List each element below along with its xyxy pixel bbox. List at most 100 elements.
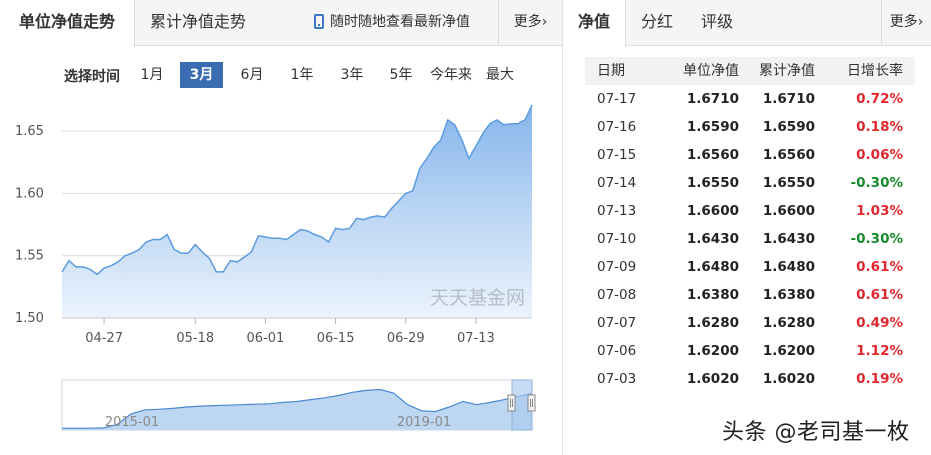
mobile-nav-link[interactable]: 随时随地查看最新净值 xyxy=(314,0,490,46)
range-3m[interactable]: 3月 xyxy=(180,62,223,88)
row-daily-change: 0.06% xyxy=(856,147,903,163)
navigator-tick-label: 2015-01 xyxy=(105,415,159,430)
range-1m[interactable]: 1月 xyxy=(137,62,167,88)
row-daily-change: 0.49% xyxy=(856,315,903,331)
row-daily-change: 1.12% xyxy=(856,343,903,359)
nav-table-panel: 净值 分红 评级 更多› 日期 单位净值 累计净值 日增长率 07-17 1.67… xyxy=(563,0,931,455)
tab-nav[interactable]: 净值 xyxy=(563,0,626,47)
chart-more-link[interactable]: 更多› xyxy=(498,0,562,46)
mobile-nav-label: 随时随地查看最新净值 xyxy=(330,14,470,30)
row-unit-nav: 1.6480 xyxy=(686,259,739,275)
y-tick-label: 1.50 xyxy=(15,311,44,326)
row-unit-nav: 1.6560 xyxy=(686,147,739,163)
row-acc-nav: 1.6280 xyxy=(762,315,815,331)
row-date: 07-15 xyxy=(597,147,637,163)
row-date: 07-09 xyxy=(597,259,637,275)
range-navigator[interactable]: 2015-01 2019-01 xyxy=(0,378,562,436)
row-date: 07-06 xyxy=(597,343,637,359)
table-row: 07-06 1.6200 1.6200 1.12% xyxy=(585,337,915,365)
table-row: 07-09 1.6480 1.6480 0.61% xyxy=(585,253,915,281)
row-date: 07-16 xyxy=(597,119,637,135)
range-6m[interactable]: 6月 xyxy=(237,62,267,88)
row-unit-nav: 1.6600 xyxy=(686,203,739,219)
row-daily-change: -0.30% xyxy=(850,175,903,191)
table-row: 07-14 1.6550 1.6550 -0.30% xyxy=(585,169,915,197)
row-date: 07-13 xyxy=(597,203,637,219)
table-header: 日期 单位净值 累计净值 日增长率 xyxy=(585,57,915,85)
header-acc-nav: 累计净值 xyxy=(759,63,815,79)
chart-tab-bar: 单位净值走势 累计净值走势 随时随地查看最新净值 更多› xyxy=(0,0,562,47)
unit-nav-area-chart: 1.50 1.55 1.60 1.65 04-27 05-18 06-01 06-15 06-2… xyxy=(15,104,533,346)
row-unit-nav: 1.6380 xyxy=(686,287,739,303)
row-acc-nav: 1.6590 xyxy=(762,119,815,135)
table-row: 07-07 1.6280 1.6280 0.49% xyxy=(585,309,915,337)
row-acc-nav: 1.6430 xyxy=(762,231,815,247)
range-max[interactable]: 最大 xyxy=(482,62,518,88)
row-acc-nav: 1.6020 xyxy=(762,371,815,387)
table-row: 07-16 1.6590 1.6590 0.18% xyxy=(585,113,915,141)
header-unit-nav: 单位净值 xyxy=(683,63,739,79)
table-more-link[interactable]: 更多› xyxy=(881,0,931,46)
footer-watermark: 头条 @老司基一枚 xyxy=(722,420,910,445)
nav-history-table: 日期 单位净值 累计净值 日增长率 07-17 1.6710 1.6710 0.72%… xyxy=(585,57,915,393)
range-5y[interactable]: 5年 xyxy=(386,62,416,88)
row-date: 07-17 xyxy=(597,91,637,107)
navigator-handle-right xyxy=(527,394,536,412)
x-tick-label: 06-15 xyxy=(317,331,355,346)
table-more-label: 更多 xyxy=(889,14,918,30)
tab-acc-nav-trend[interactable]: 累计净值走势 xyxy=(150,0,280,46)
x-tick-label: 05-18 xyxy=(176,331,214,346)
row-daily-change: -0.30% xyxy=(850,231,903,247)
row-unit-nav: 1.6710 xyxy=(686,91,739,107)
row-unit-nav: 1.6020 xyxy=(686,371,739,387)
row-unit-nav: 1.6590 xyxy=(686,119,739,135)
y-tick-label: 1.60 xyxy=(15,186,44,201)
row-acc-nav: 1.6600 xyxy=(762,203,815,219)
navigator-tick-label: 2019-01 xyxy=(397,415,451,430)
row-daily-change: 0.72% xyxy=(856,91,903,107)
row-date: 07-14 xyxy=(597,175,637,191)
row-acc-nav: 1.6560 xyxy=(762,147,815,163)
range-3y[interactable]: 3年 xyxy=(337,62,367,88)
row-daily-change: 0.61% xyxy=(856,259,903,275)
navigator-handle-left xyxy=(507,394,516,412)
chart-more-label: 更多 xyxy=(513,14,542,30)
watermark-text: 天天基金网 xyxy=(430,287,526,309)
row-daily-change: 1.03% xyxy=(856,203,903,219)
row-acc-nav: 1.6710 xyxy=(762,91,815,107)
table-row: 07-15 1.6560 1.6560 0.06% xyxy=(585,141,915,169)
x-tick-label: 06-01 xyxy=(247,331,285,346)
row-unit-nav: 1.6430 xyxy=(686,231,739,247)
time-range-selector: 选择时间 1月 3月 6月 1年 3年 5年 今年来 最大 xyxy=(0,60,562,90)
table-row: 07-13 1.6600 1.6600 1.03% xyxy=(585,197,915,225)
range-ytd[interactable]: 今年来 xyxy=(426,62,476,88)
header-date: 日期 xyxy=(597,63,625,79)
table-row: 07-10 1.6430 1.6430 -0.30% xyxy=(585,225,915,253)
row-date: 07-07 xyxy=(597,315,637,331)
range-label: 选择时间 xyxy=(64,69,120,85)
y-tick-label: 1.55 xyxy=(15,249,44,264)
row-unit-nav: 1.6550 xyxy=(686,175,739,191)
x-tick-label: 04-27 xyxy=(85,331,123,346)
mobile-phone-icon xyxy=(314,14,324,29)
row-date: 07-03 xyxy=(597,371,637,387)
tab-dividend[interactable]: 分红 xyxy=(641,0,673,46)
row-daily-change: 0.61% xyxy=(856,287,903,303)
row-unit-nav: 1.6200 xyxy=(686,343,739,359)
row-daily-change: 0.19% xyxy=(856,371,903,387)
row-unit-nav: 1.6280 xyxy=(686,315,739,331)
row-date: 07-08 xyxy=(597,287,637,303)
tab-unit-nav-trend[interactable]: 单位净值走势 xyxy=(0,0,135,47)
range-1y[interactable]: 1年 xyxy=(287,62,317,88)
table-row: 07-03 1.6020 1.6020 0.19% xyxy=(585,365,915,393)
row-acc-nav: 1.6200 xyxy=(762,343,815,359)
x-tick-label: 07-13 xyxy=(457,331,495,346)
table-row: 07-17 1.6710 1.6710 0.72% xyxy=(585,85,915,113)
tab-rating[interactable]: 评级 xyxy=(701,0,733,46)
table-body: 07-17 1.6710 1.6710 0.72% 07-16 1.6590 1.6590 0… xyxy=(585,85,915,393)
y-tick-label: 1.65 xyxy=(15,124,44,139)
header-daily-change: 日增长率 xyxy=(847,63,903,79)
row-acc-nav: 1.6480 xyxy=(762,259,815,275)
nav-chart-panel: 单位净值走势 累计净值走势 随时随地查看最新净值 更多› 选择时间 1月 3月 … xyxy=(0,0,562,455)
row-acc-nav: 1.6550 xyxy=(762,175,815,191)
